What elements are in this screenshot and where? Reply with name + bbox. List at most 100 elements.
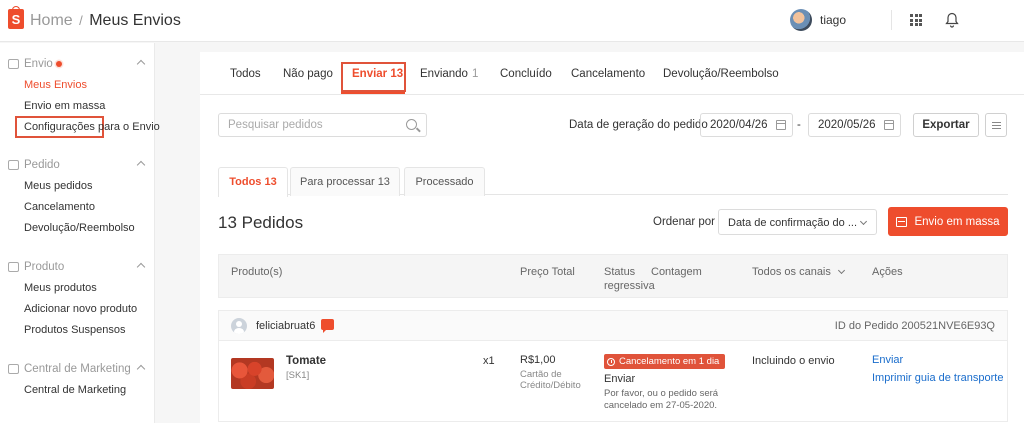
- tab-concluido[interactable]: Concluído: [500, 68, 552, 80]
- order-status-note: Por favor, ou o pedido será cancelado em…: [604, 388, 719, 411]
- sidebar-item-meus-produtos[interactable]: Meus produtos: [24, 282, 97, 294]
- sidebar-section-label: Pedido: [24, 159, 60, 171]
- clock-icon: [607, 357, 615, 366]
- order-price: R$1,00: [520, 354, 556, 366]
- chevron-down-icon: [837, 266, 845, 275]
- calendar-icon[interactable]: [776, 120, 786, 130]
- truck-icon: [8, 59, 19, 69]
- sidebar-item-adicionar-produto[interactable]: Adicionar novo produto: [24, 303, 137, 315]
- ship-link[interactable]: Enviar: [872, 354, 903, 366]
- export-button[interactable]: Exportar: [913, 113, 979, 137]
- tab-nao-pago[interactable]: Não pago: [283, 68, 333, 80]
- date-to-field[interactable]: 2020/05/26: [808, 113, 901, 137]
- product-sku: [SK1]: [286, 370, 310, 381]
- shipping-channel: Incluindo o envio: [752, 355, 835, 367]
- status-badge-label: Cancelamento em 1 dia: [619, 356, 720, 367]
- channel-filter[interactable]: Todos os canais: [752, 266, 845, 278]
- sidebar-section-label: Envio: [24, 58, 53, 70]
- active-tab-indicator: [341, 92, 405, 94]
- sidebar-item-cancelamento[interactable]: Cancelamento: [24, 201, 95, 213]
- sidebar-item-configuracoes-envio[interactable]: Configurações para o Envio: [24, 121, 160, 133]
- sort-select[interactable]: Data de confirmação do ...: [718, 209, 877, 235]
- tab-cancelamento[interactable]: Cancelamento: [571, 68, 645, 80]
- header-divider: [891, 10, 892, 30]
- main-panel: Todos Não pago Enviar 13 Enviando 1 Concl…: [200, 52, 1024, 423]
- chevron-up-icon[interactable]: [136, 262, 146, 272]
- sidebar-section-marketing[interactable]: Central de Marketing: [8, 363, 148, 375]
- orders-count-title: 13 Pedidos: [218, 213, 304, 232]
- tab-label: Enviando: [420, 68, 468, 80]
- chevron-up-icon[interactable]: [136, 364, 146, 374]
- sort-label: Ordenar por: [653, 216, 716, 228]
- status-badge: Cancelamento em 1 dia: [604, 354, 726, 369]
- highlight-box: [341, 62, 406, 92]
- tab-todos[interactable]: Todos: [230, 68, 261, 80]
- column-header-preco: Preço Total: [520, 266, 575, 278]
- sidebar-item-meus-envios[interactable]: Meus Envios: [24, 79, 87, 91]
- shopee-bag-icon[interactable]: S: [8, 6, 24, 29]
- bell-icon[interactable]: [945, 12, 959, 28]
- sidebar-section-pedido[interactable]: Pedido: [8, 159, 148, 171]
- column-header-contagem: Contagem regressiva: [604, 266, 702, 292]
- chevron-up-icon[interactable]: [136, 59, 146, 69]
- sidebar-section-envio[interactable]: Envio: [8, 58, 148, 70]
- date-range-separator: -: [797, 119, 801, 131]
- print-waybill-link[interactable]: Imprimir guia de transporte: [872, 372, 1003, 384]
- sidebar-item-central-marketing[interactable]: Central de Marketing: [24, 384, 126, 396]
- date-from-value: 2020/04/26: [710, 119, 768, 131]
- buyer-avatar: [231, 318, 247, 334]
- chevron-up-icon[interactable]: [136, 160, 146, 170]
- status-tabs: Todos Não pago Enviar 13 Enviando 1 Concl…: [200, 52, 1024, 95]
- tab-devolucao[interactable]: Devolução/Reembolso: [663, 68, 779, 80]
- sidebar-section-produto[interactable]: Produto: [8, 261, 148, 273]
- clipboard-icon: [8, 160, 19, 170]
- channel-filter-label: Todos os canais: [752, 266, 831, 278]
- mass-ship-button[interactable]: Envio em massa: [888, 207, 1008, 236]
- subtab-todos[interactable]: Todos 13: [218, 167, 288, 197]
- subtab-para-processar[interactable]: Para processar 13: [290, 167, 400, 196]
- date-to-value: 2020/05/26: [818, 119, 876, 131]
- page-title: Meus Envios: [89, 12, 181, 29]
- sidebar-section-label: Produto: [24, 261, 65, 273]
- order-id: ID do Pedido 200521NVE6E93Q: [834, 320, 995, 332]
- notification-dot: [55, 61, 62, 67]
- date-filter-label: Data de geração do pedido: [569, 119, 708, 131]
- product-image: [231, 358, 274, 389]
- tab-enviando[interactable]: Enviando 1: [420, 68, 478, 80]
- payment-method: Cartão de Crédito/Débito: [520, 369, 581, 391]
- list-menu-icon[interactable]: [985, 113, 1007, 137]
- breadcrumb: Home / Meus Envios: [30, 12, 181, 30]
- sidebar-item-produtos-suspensos[interactable]: Produtos Suspensos: [24, 324, 126, 336]
- apps-grid-icon[interactable]: [910, 14, 922, 26]
- breadcrumb-separator: /: [79, 13, 83, 28]
- top-header: S Home / Meus Envios tiago: [0, 0, 1024, 42]
- package-icon: [896, 216, 908, 227]
- column-header-acoes: Ações: [872, 266, 903, 278]
- sidebar-item-devolucao[interactable]: Devolução/Reembolso: [24, 222, 135, 234]
- subtab-processado[interactable]: Processado: [404, 167, 485, 196]
- username[interactable]: tiago: [820, 13, 846, 27]
- user-menu[interactable]: tiago: [790, 9, 846, 31]
- search-icon[interactable]: [406, 119, 417, 130]
- order-card: feliciabruat6 ID do Pedido 200521NVE6E93…: [218, 310, 1008, 422]
- sidebar-item-meus-pedidos[interactable]: Meus pedidos: [24, 180, 93, 192]
- tag-icon: [8, 364, 19, 374]
- search-box[interactable]: [218, 113, 427, 137]
- order-header: feliciabruat6 ID do Pedido 200521NVE6E93…: [219, 311, 1007, 341]
- calendar-icon[interactable]: [884, 120, 894, 130]
- mass-ship-label: Envio em massa: [914, 215, 1000, 228]
- product-name: Tomate: [286, 355, 327, 367]
- chevron-down-icon: [859, 217, 868, 226]
- order-status: Enviar: [604, 373, 636, 385]
- buyer-name[interactable]: feliciabruat6: [256, 320, 315, 332]
- date-from-field[interactable]: 2020/04/26: [700, 113, 793, 137]
- product-quantity: x1: [483, 355, 495, 367]
- sub-tabs: Todos 13 Para processar 13 Processado: [218, 167, 1008, 197]
- sidebar-item-envio-em-massa[interactable]: Envio em massa: [24, 100, 105, 112]
- table-header: Produto(s) Preço Total Status Contagem r…: [218, 254, 1008, 298]
- chat-icon[interactable]: [321, 319, 334, 333]
- sort-select-value: Data de confirmação do ...: [728, 217, 858, 229]
- breadcrumb-home[interactable]: Home: [30, 12, 73, 29]
- search-input[interactable]: [219, 114, 389, 136]
- avatar[interactable]: [790, 9, 812, 31]
